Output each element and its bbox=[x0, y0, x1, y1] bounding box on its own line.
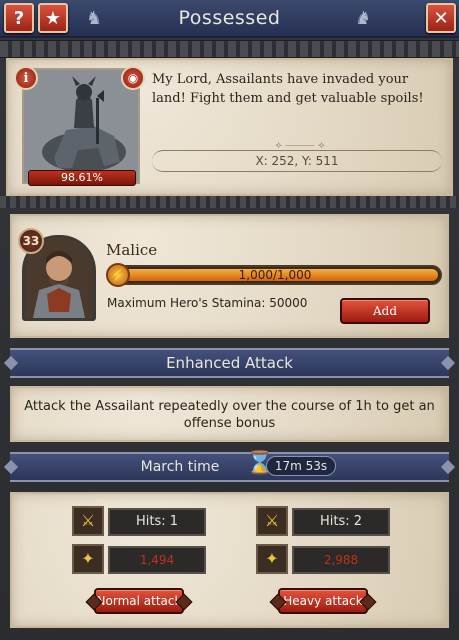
lightning-icon: ⚡ bbox=[106, 263, 130, 287]
page-title: Possessed bbox=[178, 7, 281, 29]
enhanced-attack-header: Enhanced Attack bbox=[10, 348, 449, 378]
crossed-swords-icon: ⚔ bbox=[256, 506, 288, 536]
assailant-portrait[interactable] bbox=[22, 68, 140, 184]
bookmark-button[interactable]: ★ bbox=[38, 3, 68, 33]
eye-icon: ◉ bbox=[127, 71, 139, 85]
knight-rider-icon bbox=[24, 70, 138, 182]
normal-hits: Hits: 1 bbox=[108, 508, 206, 536]
power-icon: ✦ bbox=[256, 544, 288, 574]
invasion-message: My Lord, Assailants have invaded your la… bbox=[152, 72, 424, 106]
enhanced-attack-description: Attack the Assailant repeatedly over the… bbox=[24, 399, 435, 431]
griffin-ornament-icon: ♞ bbox=[86, 8, 103, 29]
info-icon: i bbox=[23, 70, 29, 86]
stamina-value: 1,000/1,000 bbox=[238, 268, 312, 282]
power-icon: ✦ bbox=[72, 544, 104, 574]
view-location-button[interactable]: ◉ bbox=[121, 66, 145, 90]
target-coordinates[interactable]: X: 252, Y: 511 bbox=[152, 150, 442, 172]
crossed-swords-icon: ⚔ bbox=[72, 506, 104, 536]
hourglass-icon: ⌛ bbox=[246, 451, 274, 476]
heavy-hits: Hits: 2 bbox=[292, 508, 390, 536]
normal-power: 1,494 bbox=[108, 546, 206, 574]
close-button[interactable]: ✕ bbox=[426, 3, 456, 33]
assailant-health-bar: 98.61% bbox=[28, 170, 136, 186]
info-button[interactable]: i bbox=[14, 66, 38, 90]
hero-level-badge: 33 bbox=[18, 228, 44, 254]
title-bar: Possessed ? ★ ♞ ♞ ✕ bbox=[0, 0, 459, 38]
march-time-value: 17m 53s bbox=[266, 456, 336, 476]
star-icon: ★ bbox=[44, 7, 62, 29]
scroll-ornament-icon: ⟡ ⸻ ⟡ bbox=[275, 140, 325, 151]
add-stamina-button[interactable]: Add bbox=[340, 298, 430, 324]
heavy-attack-button[interactable]: Heavy attack bbox=[278, 588, 368, 614]
normal-attack-button[interactable]: Normal attack bbox=[94, 588, 184, 614]
heavy-power: 2,988 bbox=[292, 546, 390, 574]
griffin-ornament-icon: ♞ bbox=[355, 8, 372, 29]
chain-divider bbox=[0, 196, 459, 208]
help-button[interactable]: ? bbox=[4, 3, 34, 33]
max-stamina-label: Maximum Hero's Stamina: 50000 bbox=[107, 296, 308, 310]
chain-divider bbox=[0, 40, 459, 58]
hero-name: Malice bbox=[106, 241, 158, 259]
possessed-dialog: Possessed ? ★ ♞ ♞ ✕ i ◉ 98.61% My Lord, … bbox=[0, 0, 459, 640]
march-time-bar: March time bbox=[10, 452, 449, 482]
